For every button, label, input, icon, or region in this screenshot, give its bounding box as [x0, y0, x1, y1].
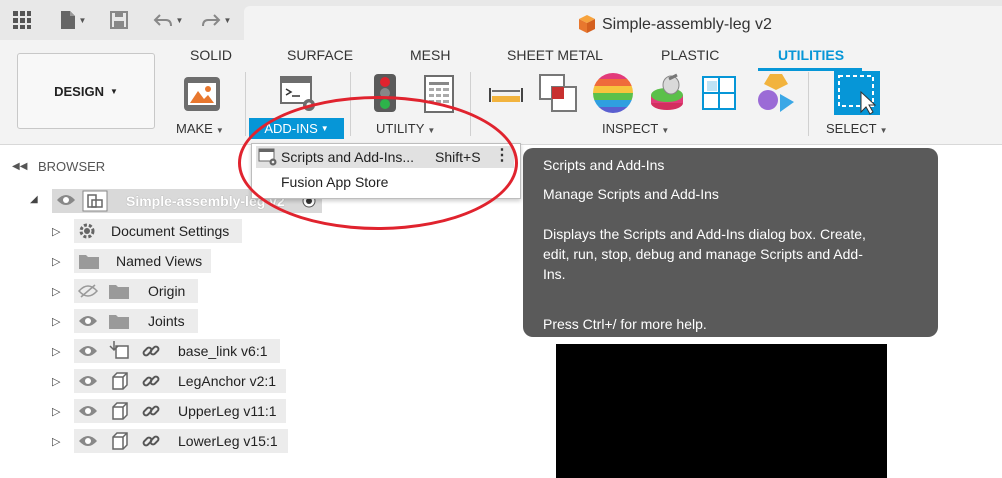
expand-arrow-icon[interactable]: ▷ — [52, 285, 60, 298]
expand-arrow-icon[interactable]: ▷ — [52, 405, 60, 418]
document-title: Simple-assembly-leg v2 — [602, 16, 772, 33]
component-icon — [110, 402, 128, 423]
group-separator — [808, 72, 809, 136]
link-icon — [142, 402, 160, 423]
collapse-browser-icon[interactable]: ◀◀ — [12, 161, 27, 172]
tab-solid[interactable]: SOLID — [190, 47, 232, 63]
eye-icon[interactable] — [78, 374, 98, 391]
file-icon[interactable]: ▼ — [55, 9, 91, 31]
component-icon — [110, 372, 128, 393]
eye-icon[interactable] — [56, 193, 76, 210]
tab-sheet-metal[interactable]: SHEET METAL — [507, 47, 603, 63]
eye-icon[interactable] — [78, 434, 98, 451]
eye-icon[interactable] — [78, 314, 98, 331]
expand-arrow-icon[interactable]: ▷ — [52, 435, 60, 448]
measure-icon[interactable] — [488, 84, 524, 109]
tooltip-title: Scripts and Add-Ins — [543, 157, 665, 173]
inspect-group-label[interactable]: INSPECT ▼ — [602, 121, 669, 136]
gear-icon — [78, 222, 96, 243]
cube-icon — [578, 14, 596, 37]
tree-item-origin[interactable]: Origin — [148, 283, 185, 299]
zebra-analysis-icon[interactable] — [592, 72, 634, 117]
print-3d-icon[interactable] — [182, 75, 222, 116]
link-icon — [142, 342, 160, 363]
component-icon — [110, 432, 128, 453]
eye-hidden-icon[interactable] — [77, 284, 99, 301]
tree-item-lowerleg[interactable]: LowerLeg v15:1 — [178, 433, 278, 449]
expand-arrow-icon[interactable]: ▷ — [52, 315, 60, 328]
viewport-blackout — [556, 344, 887, 478]
tree-item-leganchor[interactable]: LegAnchor v2:1 — [178, 373, 276, 389]
draft-analysis-icon[interactable] — [647, 73, 687, 116]
expand-arrow-icon[interactable]: ▷ — [52, 225, 60, 238]
design-label: DESIGN — [54, 83, 104, 99]
component-color-icon[interactable] — [754, 72, 796, 117]
interference-icon[interactable] — [538, 73, 580, 116]
design-workspace-button[interactable]: DESIGN ▼ — [17, 53, 155, 129]
tab-utilities[interactable]: UTILITIES — [778, 47, 844, 63]
tooltip-panel: Scripts and Add-Ins Manage Scripts and A… — [523, 148, 938, 337]
eye-icon[interactable] — [78, 404, 98, 421]
component-icon — [82, 190, 108, 215]
tab-mesh[interactable]: MESH — [410, 47, 450, 63]
folder-icon — [108, 312, 130, 333]
undo-icon[interactable]: ▼ — [150, 9, 186, 31]
tooltip-help: Press Ctrl+/ for more help. — [543, 316, 707, 332]
annotation-ellipse — [238, 96, 518, 230]
tooltip-description-line: Displays the Scripts and Add-Ins dialog … — [543, 226, 866, 242]
make-group-label[interactable]: MAKE ▼ — [176, 121, 224, 136]
tree-item-upperleg[interactable]: UpperLeg v11:1 — [178, 403, 277, 419]
tooltip-description-line: Ins. — [543, 266, 566, 282]
tree-item-joints[interactable]: Joints — [148, 313, 185, 329]
collapse-arrow-icon[interactable]: ◢ — [30, 194, 38, 205]
grounded-component-icon — [108, 340, 130, 363]
redo-icon[interactable]: ▼ — [198, 9, 234, 31]
expand-arrow-icon[interactable]: ▷ — [52, 375, 60, 388]
section-analysis-icon[interactable] — [700, 74, 738, 115]
tooltip-subtitle: Manage Scripts and Add-Ins — [543, 186, 719, 202]
group-separator — [245, 72, 246, 136]
tree-item-document-settings[interactable]: Document Settings — [111, 223, 229, 239]
select-group-label[interactable]: SELECT ▼ — [826, 121, 888, 136]
browser-title: BROWSER — [38, 159, 106, 174]
folder-icon — [78, 252, 100, 273]
tab-plastic[interactable]: PLASTIC — [661, 47, 719, 63]
expand-arrow-icon[interactable]: ▷ — [52, 345, 60, 358]
link-icon — [142, 372, 160, 393]
link-icon — [142, 432, 160, 453]
tab-surface[interactable]: SURFACE — [287, 47, 353, 63]
tree-item-named-views[interactable]: Named Views — [116, 253, 202, 269]
eye-icon[interactable] — [78, 344, 98, 361]
save-icon[interactable] — [108, 9, 130, 31]
expand-arrow-icon[interactable]: ▷ — [52, 255, 60, 268]
folder-icon — [108, 282, 130, 303]
select-icon[interactable] — [833, 70, 881, 119]
tooltip-description-line: edit, run, stop, debug and manage Script… — [543, 246, 863, 262]
tree-item-base-link[interactable]: base_link v6:1 — [178, 343, 268, 359]
grid-icon[interactable] — [11, 9, 33, 31]
